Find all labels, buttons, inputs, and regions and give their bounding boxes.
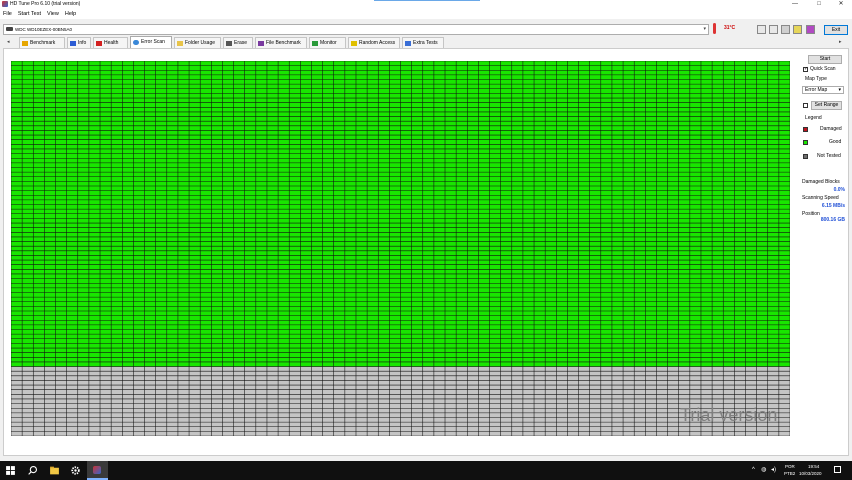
tab-bar: ◂ Benchmark Info Health Error Scan Folde… — [3, 36, 849, 48]
folder-icon — [177, 41, 183, 46]
legend-title: Legend — [805, 115, 822, 121]
maximize-button[interactable]: □ — [808, 0, 830, 10]
save-icon[interactable] — [769, 25, 778, 34]
tab-scroll-right-icon[interactable]: ▸ — [839, 37, 842, 48]
exit-button[interactable]: Exit — [824, 25, 848, 35]
tab-random-access[interactable]: Random Access — [348, 37, 400, 48]
title-bar: HD Tune Pro 6.10 (trial version) — □ ✕ — [0, 0, 852, 10]
menu-file[interactable]: File — [0, 10, 15, 19]
tab-error-scan[interactable]: Error Scan — [130, 36, 172, 48]
file-benchmark-icon — [258, 41, 264, 46]
volume-icon[interactable]: ◂) — [771, 467, 776, 473]
menu-bar: File Start Test View Help — [0, 10, 852, 19]
map-type-select[interactable]: Error Map ▾ — [802, 86, 844, 94]
tab-monitor[interactable]: Monitor — [309, 37, 346, 48]
tab-folder-usage[interactable]: Folder Usage — [174, 37, 221, 48]
legend-good-swatch — [803, 140, 808, 145]
menu-view[interactable]: View — [44, 10, 62, 19]
windows-start-icon[interactable] — [5, 465, 16, 476]
clock-time[interactable]: 19:54 — [808, 464, 819, 470]
drive-select[interactable]: WDC WD10EZEX-00BN5A0 ▾ — [3, 24, 709, 35]
hd-tune-taskbar-button[interactable] — [87, 461, 108, 480]
error-scan-icon — [133, 40, 139, 45]
settings-gear-icon[interactable] — [70, 465, 81, 476]
minimize-button[interactable]: — — [784, 0, 806, 10]
extra-tests-icon — [405, 41, 411, 46]
random-access-icon — [351, 41, 357, 46]
tab-file-benchmark[interactable]: File Benchmark — [255, 37, 307, 48]
info-icon — [70, 41, 76, 46]
clock-date[interactable]: 10/03/2020 — [799, 471, 822, 477]
map-type-label: Map Type — [805, 76, 827, 82]
benchmark-icon — [22, 41, 28, 46]
language-code[interactable]: POR — [785, 464, 795, 470]
menu-help[interactable]: Help — [62, 10, 79, 19]
legend-damaged-label: Damaged — [820, 126, 842, 132]
copy-icon[interactable] — [757, 25, 766, 34]
set-range-button[interactable]: Set Range — [811, 101, 842, 110]
network-icon[interactable]: ◍ — [761, 467, 766, 473]
file-explorer-icon[interactable] — [49, 465, 60, 476]
download-icon[interactable] — [806, 25, 815, 34]
erase-icon — [226, 41, 232, 46]
chevron-down-icon: ▾ — [703, 26, 706, 32]
chevron-down-icon: ▾ — [838, 87, 841, 93]
thermometer-icon — [713, 23, 716, 34]
title-accent-line — [374, 0, 480, 1]
legend-good-label: Good — [829, 139, 842, 145]
temperature-label: 31°C — [724, 25, 736, 31]
damaged-blocks-label: Damaged Blocks — [802, 179, 840, 185]
tab-erase[interactable]: Erase — [223, 37, 253, 48]
error-map — [11, 61, 790, 436]
trial-watermark: Trial version — [680, 405, 778, 425]
notifications-icon[interactable] — [834, 466, 841, 473]
position-label: Position — [802, 211, 820, 217]
tab-scroll-left-icon[interactable]: ◂ — [7, 37, 10, 48]
tab-info[interactable]: Info — [67, 37, 91, 48]
legend-damaged-swatch — [803, 127, 808, 132]
health-icon — [96, 41, 102, 46]
hard-drive-icon — [6, 27, 13, 31]
monitor-icon — [312, 41, 318, 46]
hd-tune-icon — [93, 466, 101, 474]
tab-health[interactable]: Health — [93, 37, 128, 48]
search-icon[interactable] — [27, 465, 38, 476]
quick-scan-checkbox[interactable]: ✓ — [803, 67, 808, 72]
scanning-speed-value: 6.15 MB/s — [821, 203, 845, 209]
drive-select-value: WDC WD10EZEX-00BN5A0 — [15, 27, 73, 32]
position-value: 800.16 GB — [820, 217, 845, 223]
set-range-checkbox[interactable] — [803, 103, 808, 108]
map-type-select-value: Error Map — [805, 87, 828, 93]
window-title: HD Tune Pro 6.10 (trial version) — [10, 1, 81, 7]
quick-scan-label: Quick Scan — [810, 66, 836, 72]
scanning-speed-label: Scanning Speed — [802, 195, 839, 201]
legend-not-tested-label: Not Tested — [817, 153, 841, 159]
tray-chevron-up-icon[interactable]: ^ — [752, 467, 755, 473]
tab-benchmark[interactable]: Benchmark — [19, 37, 65, 48]
taskbar: ^ ◍ ◂) POR PTB2 19:54 10/03/2020 — [0, 461, 852, 480]
options-icon[interactable] — [793, 25, 802, 34]
close-button[interactable]: ✕ — [830, 0, 852, 10]
start-button[interactable]: Start — [808, 55, 842, 64]
legend-not-tested-swatch — [803, 154, 808, 159]
tab-extra-tests[interactable]: Extra Tests — [402, 37, 444, 48]
camera-icon[interactable] — [781, 25, 790, 34]
damaged-blocks-value: 0.0% — [833, 187, 845, 193]
menu-start-test[interactable]: Start Test — [15, 10, 44, 19]
keyboard-layout[interactable]: PTB2 — [784, 471, 795, 477]
app-icon — [2, 1, 8, 7]
